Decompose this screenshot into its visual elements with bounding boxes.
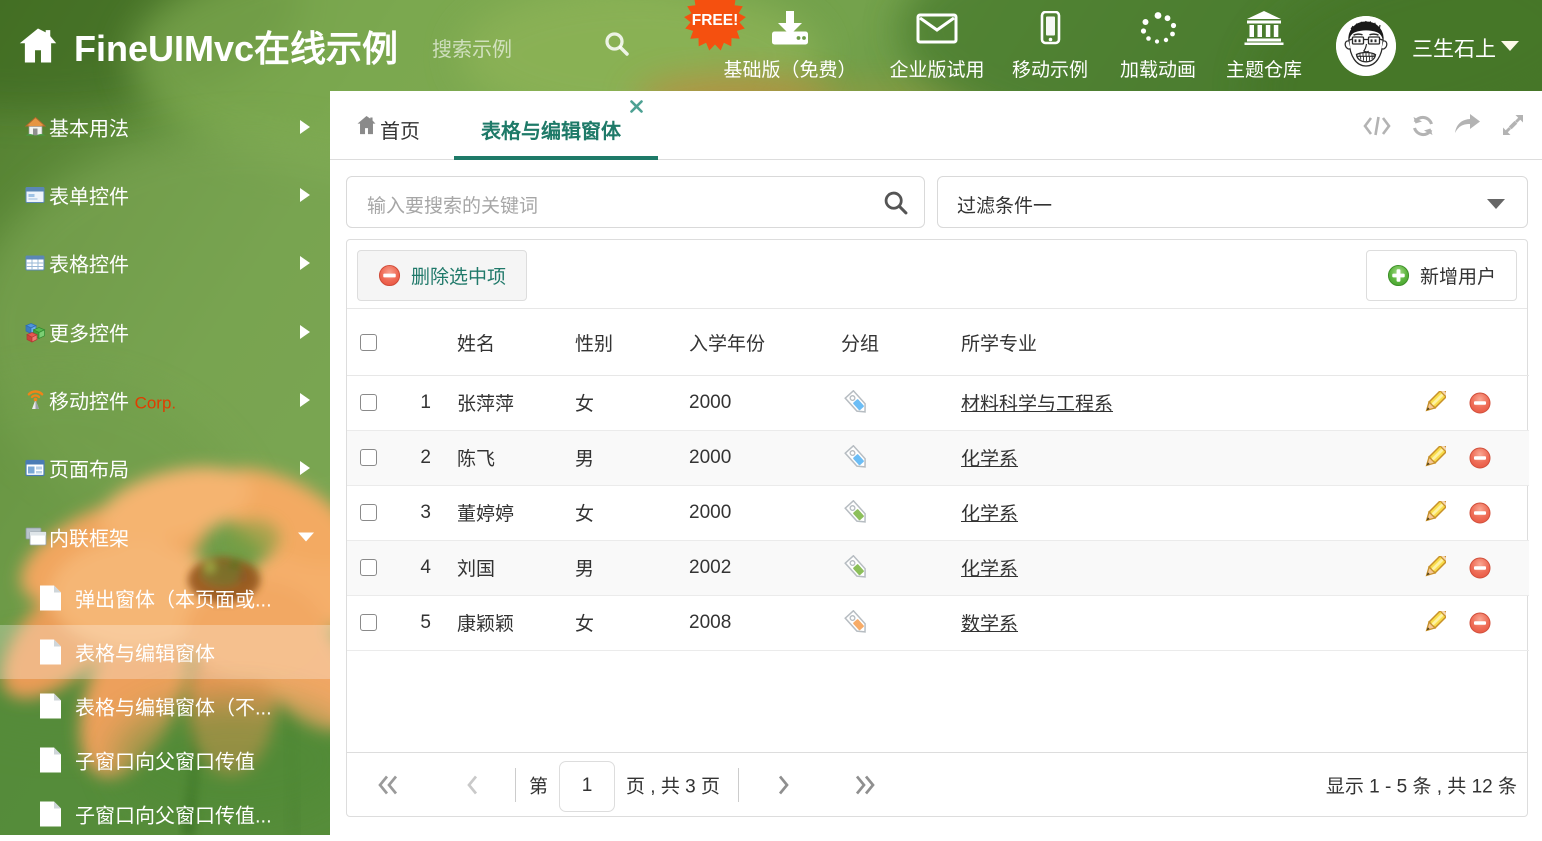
svg-text:FREE!: FREE! [692, 12, 739, 29]
